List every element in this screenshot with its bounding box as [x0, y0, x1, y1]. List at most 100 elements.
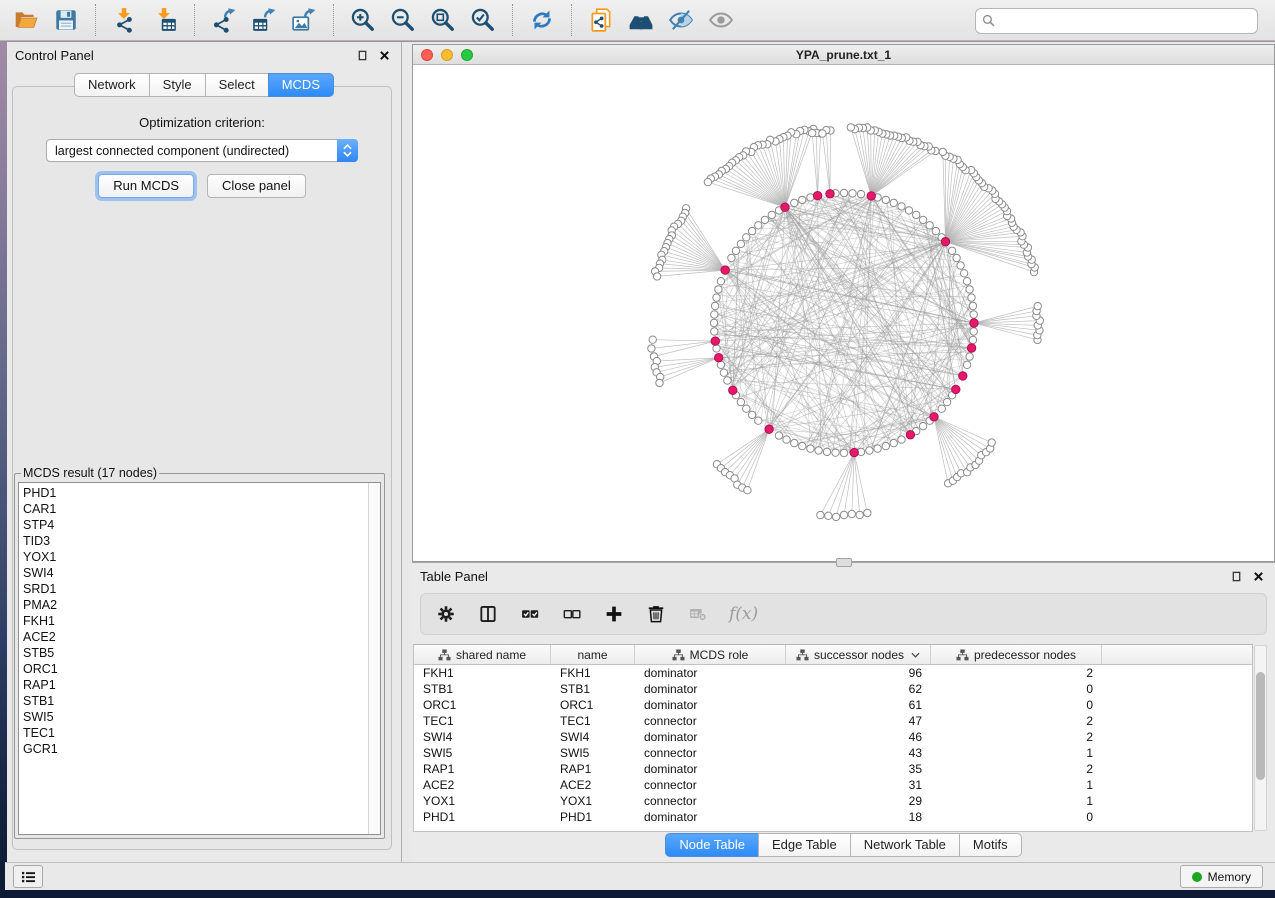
table-scrollbar[interactable] — [1254, 645, 1267, 831]
table-row[interactable]: TEC1TEC1connector472 — [414, 713, 1252, 729]
column-header-predecessor-nodes[interactable]: predecessor nodes — [931, 645, 1102, 664]
column-header-successor-nodes[interactable]: successor nodes — [786, 645, 931, 664]
mcds-result-item[interactable]: RAP1 — [23, 677, 380, 693]
network-canvas[interactable] — [413, 65, 1274, 561]
search-field[interactable] — [975, 8, 1258, 34]
table-row[interactable]: STB1STB1dominator620 — [414, 681, 1252, 697]
mcds-result-item[interactable]: GCR1 — [23, 741, 380, 757]
cell: 1 — [931, 778, 1102, 792]
toolbar-export-image-button[interactable] — [284, 3, 324, 37]
close-panel-button[interactable]: Close panel — [207, 174, 306, 198]
toolbar-export-network-button[interactable] — [204, 3, 244, 37]
close-panel-icon[interactable] — [1249, 568, 1267, 584]
table-toolbar-delete-column-button — [687, 603, 709, 625]
chevron-up-down-icon — [337, 139, 358, 162]
cell: 1 — [931, 746, 1102, 760]
cell: 62 — [786, 682, 931, 696]
search-binoculars-icon — [628, 7, 654, 33]
mcds-result-item[interactable]: CAR1 — [23, 501, 380, 517]
table-row[interactable]: FKH1FKH1dominator962 — [414, 665, 1252, 681]
network-graph[interactable] — [413, 65, 1265, 561]
toolbar-import-network-button[interactable] — [105, 3, 145, 37]
search-input[interactable] — [1000, 14, 1251, 28]
show-eye-icon — [708, 7, 734, 33]
mcds-result-item[interactable]: TID3 — [23, 533, 380, 549]
table-toolbar-select-all-button[interactable] — [519, 603, 541, 625]
table-row[interactable]: RAP1RAP1dominator352 — [414, 761, 1252, 777]
mcds-result-item[interactable]: ACE2 — [23, 629, 380, 645]
table-toolbar-gear-button[interactable] — [435, 603, 457, 625]
mcds-result-item[interactable]: STB1 — [23, 693, 380, 709]
toolbar-separator — [95, 4, 96, 36]
zoom-out-icon — [390, 7, 416, 33]
tab-node-table[interactable]: Node Table — [665, 833, 759, 857]
tab-mcds[interactable]: MCDS — [268, 73, 334, 97]
column-header-MCDS-role[interactable]: MCDS role — [635, 645, 786, 664]
tab-network[interactable]: Network — [74, 73, 150, 97]
mcds-result-item[interactable]: TEC1 — [23, 725, 380, 741]
function-builder-icon: f(x) — [729, 604, 758, 624]
memory-button[interactable]: Memory — [1180, 865, 1263, 888]
horizontal-splitter-handle[interactable] — [836, 558, 852, 567]
mcds-result-item[interactable]: PHD1 — [23, 485, 380, 501]
cell: 0 — [931, 810, 1102, 824]
cell: FKH1 — [414, 666, 551, 680]
cell: SWI4 — [551, 730, 635, 744]
cell: 31 — [786, 778, 931, 792]
toolbar-save-button[interactable] — [46, 3, 86, 37]
network-window-titlebar[interactable]: YPA_prune.txt_1 — [413, 45, 1274, 65]
toolbar-refresh-button[interactable] — [522, 3, 562, 37]
toolbar-export-table-button[interactable] — [244, 3, 284, 37]
table-scrollbar-thumb[interactable] — [1256, 672, 1265, 780]
column-header-shared-name[interactable]: shared name — [414, 645, 551, 664]
mcds-result-item[interactable]: STP4 — [23, 517, 380, 533]
cell: STB1 — [414, 682, 551, 696]
table-row[interactable]: SWI5SWI5connector431 — [414, 745, 1252, 761]
mcds-result-item[interactable]: SWI5 — [23, 709, 380, 725]
run-mcds-button[interactable]: Run MCDS — [98, 174, 194, 198]
mcds-scrollbar[interactable] — [368, 483, 380, 834]
cell: YOX1 — [551, 794, 635, 808]
cell: 96 — [786, 666, 931, 680]
table-toolbar-delete-row-button[interactable] — [645, 603, 667, 625]
toolbar-open-folder-button[interactable] — [6, 3, 46, 37]
toolbar-hide-eye-slash-button[interactable] — [661, 3, 701, 37]
table-toolbar-add-row-button[interactable] — [603, 603, 625, 625]
mcds-result-item[interactable]: FKH1 — [23, 613, 380, 629]
toolbar-zoom-in-button[interactable] — [343, 3, 383, 37]
table-row[interactable]: PHD1PHD1dominator180 — [414, 809, 1252, 825]
cell: 2 — [931, 762, 1102, 776]
table-row[interactable]: SWI4SWI4dominator462 — [414, 729, 1252, 745]
cell: PHD1 — [551, 810, 635, 824]
tab-motifs[interactable]: Motifs — [959, 833, 1022, 857]
close-panel-icon[interactable] — [375, 47, 393, 63]
toolbar-import-table-button[interactable] — [145, 3, 185, 37]
tab-select[interactable]: Select — [205, 73, 269, 97]
mcds-result-item[interactable]: SWI4 — [23, 565, 380, 581]
table-toolbar-unselect-all-button[interactable] — [561, 603, 583, 625]
float-panel-icon[interactable] — [353, 47, 371, 63]
mcds-result-item[interactable]: ORC1 — [23, 661, 380, 677]
table-toolbar-columns-button[interactable] — [477, 603, 499, 625]
table-row[interactable]: ACE2ACE2connector311 — [414, 777, 1252, 793]
table-row[interactable]: YOX1YOX1connector291 — [414, 793, 1252, 809]
task-history-button[interactable] — [13, 865, 43, 888]
toolbar-zoom-out-button[interactable] — [383, 3, 423, 37]
table-row[interactable]: ORC1ORC1dominator610 — [414, 697, 1252, 713]
tab-edge-table[interactable]: Edge Table — [758, 833, 851, 857]
toolbar-zoom-selected-button[interactable] — [463, 3, 503, 37]
column-header-name[interactable]: name — [551, 645, 635, 664]
float-panel-icon[interactable] — [1227, 568, 1245, 584]
tab-network-table[interactable]: Network Table — [850, 833, 960, 857]
toolbar-search-binoculars-button[interactable] — [621, 3, 661, 37]
mcds-result-item[interactable]: YOX1 — [23, 549, 380, 565]
mcds-result-item[interactable]: SRD1 — [23, 581, 380, 597]
tab-style[interactable]: Style — [149, 73, 206, 97]
toolbar-share-document-button[interactable] — [581, 3, 621, 37]
toolbar-zoom-fit-button[interactable] — [423, 3, 463, 37]
optimization-criterion-select[interactable]: largest connected component (undirected) — [46, 139, 358, 162]
mcds-result-item[interactable]: STB5 — [23, 645, 380, 661]
export-table-icon — [251, 7, 277, 33]
hide-eye-slash-icon — [668, 7, 694, 33]
mcds-result-item[interactable]: PMA2 — [23, 597, 380, 613]
